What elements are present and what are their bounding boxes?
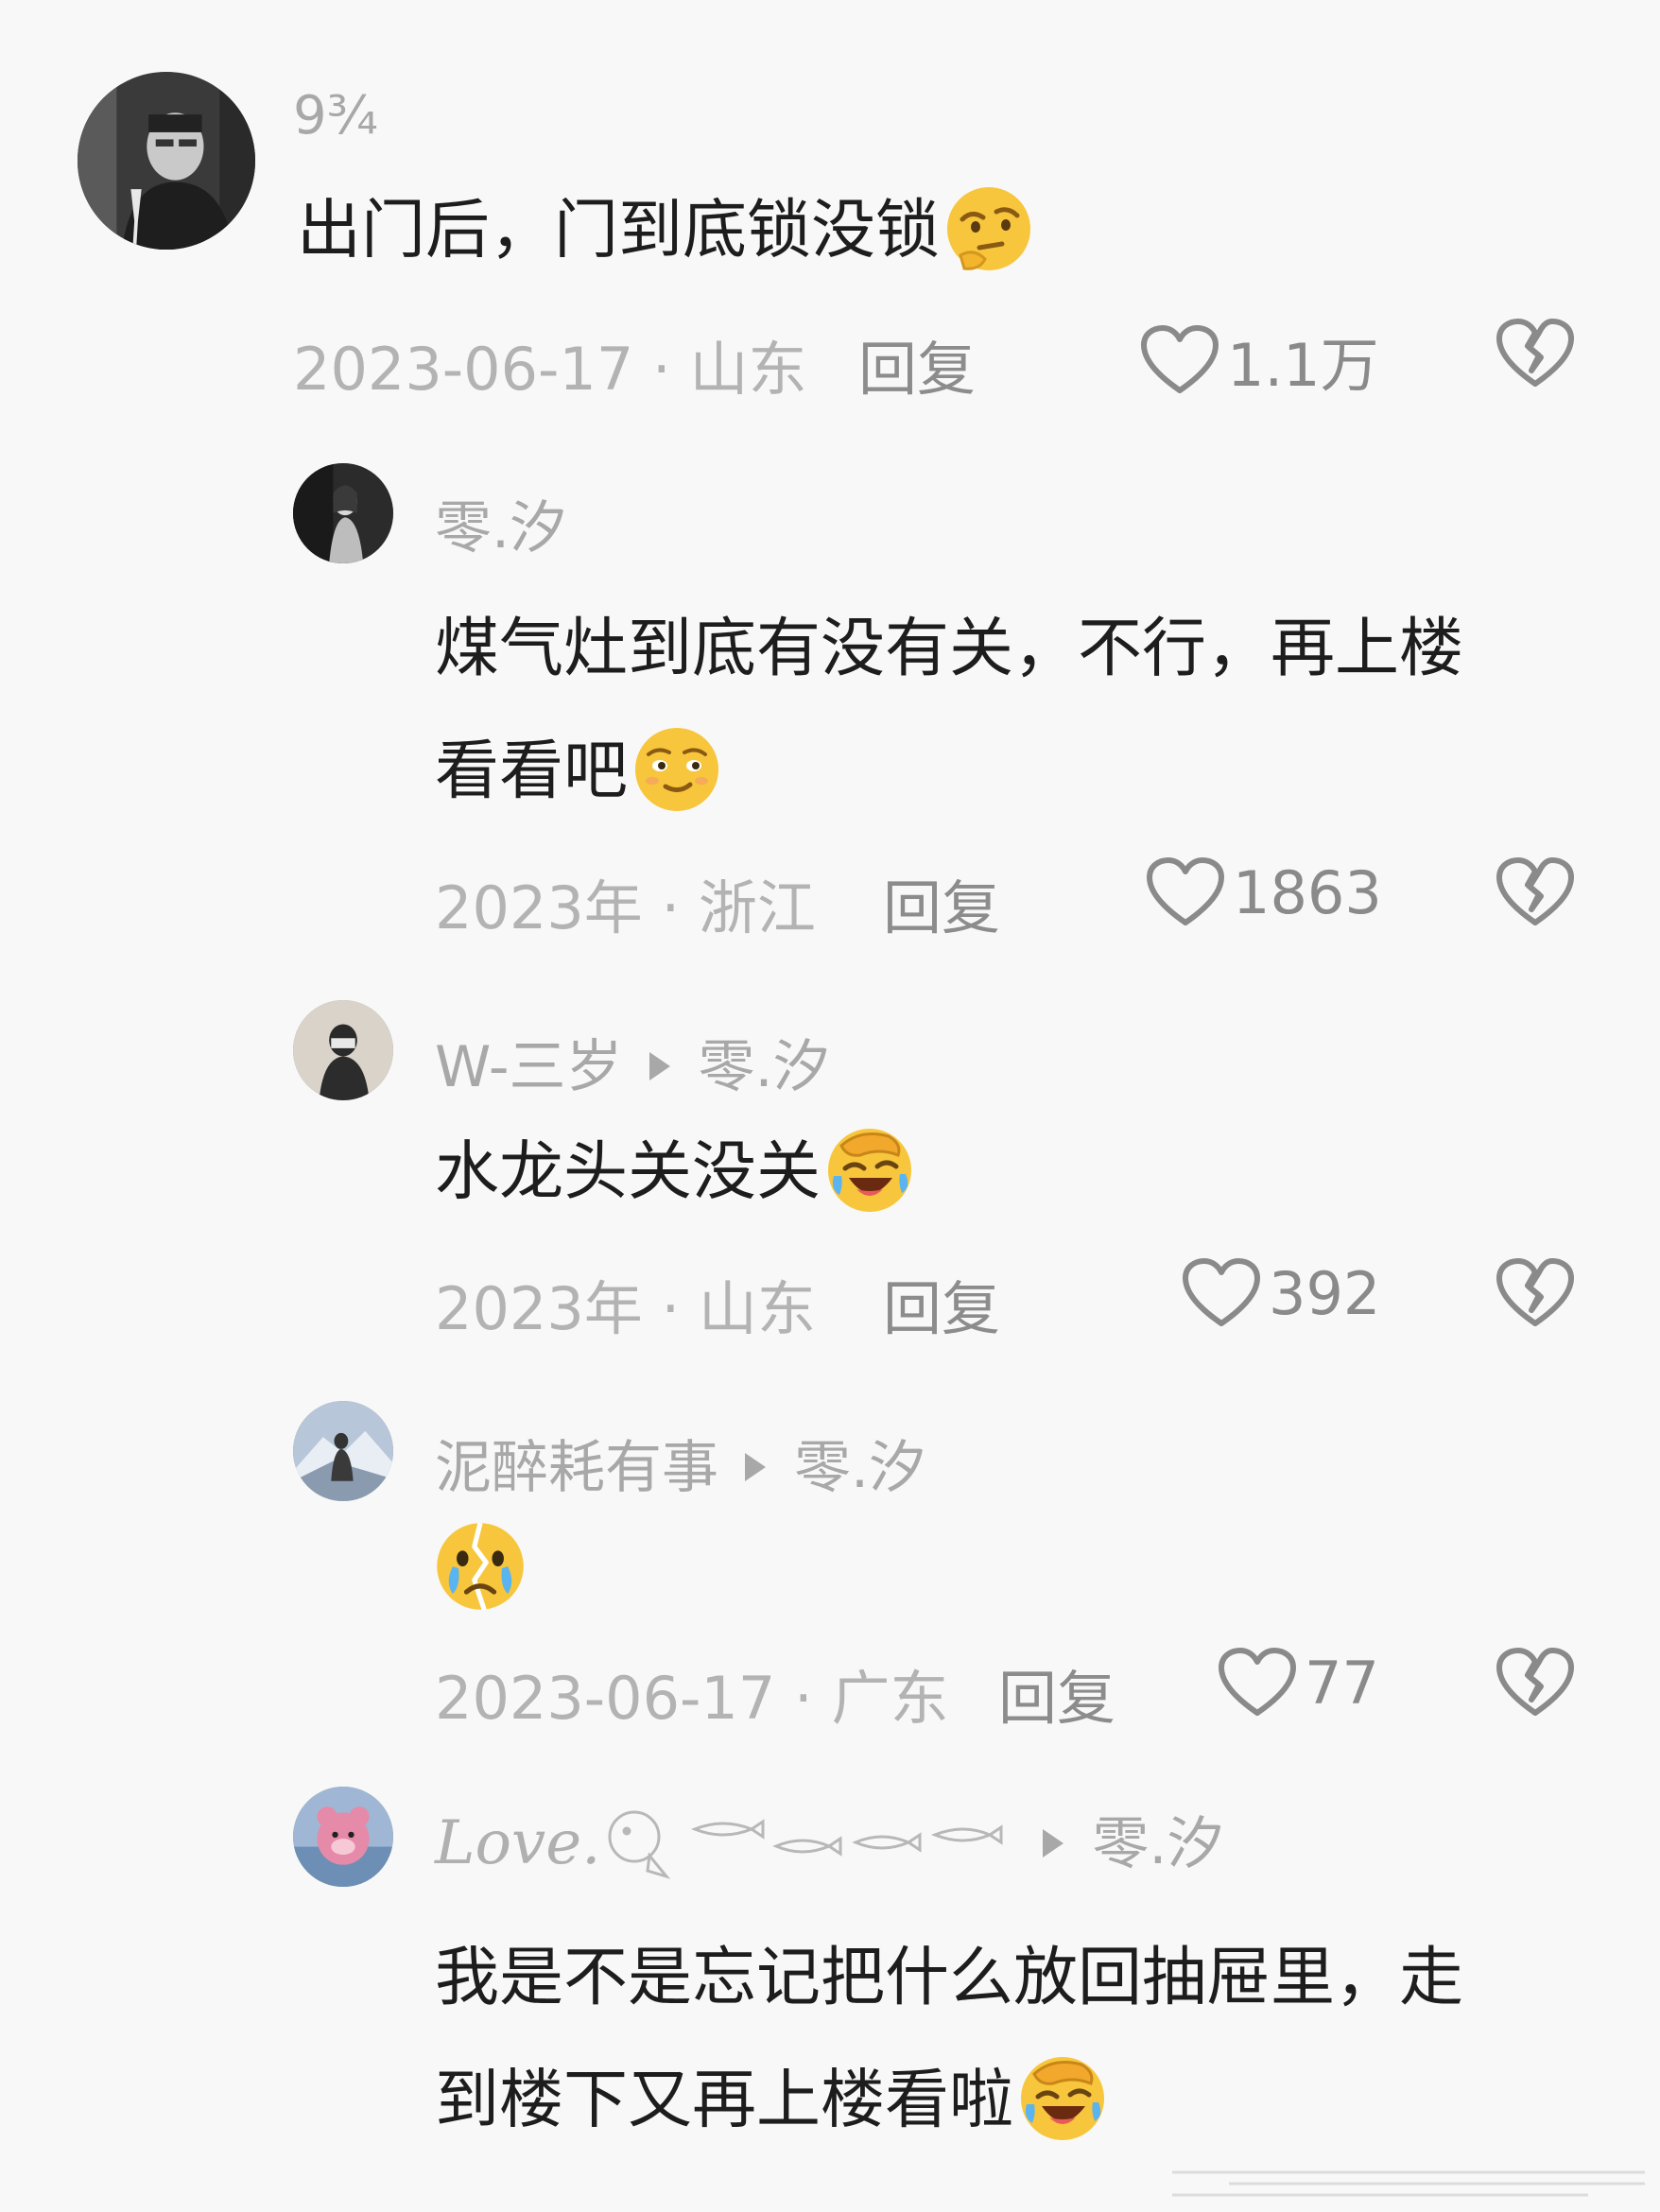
username-text[interactable]: 泥醉耗有事 bbox=[435, 1435, 718, 1501]
reply-to-username[interactable]: 零.汐 bbox=[699, 1034, 830, 1100]
like-count: 1.1万 bbox=[1227, 331, 1379, 400]
reply-to-username[interactable]: 零.汐 bbox=[794, 1435, 925, 1501]
comment-meta: 2023-06-17 · 广东 bbox=[435, 1664, 949, 1733]
heart-icon bbox=[1141, 325, 1219, 393]
broken-heart-icon[interactable] bbox=[1496, 318, 1575, 389]
comment-text-line-1: 煤气灶到底有没有关，不行，再上楼 bbox=[435, 612, 1464, 686]
avatar-photo-icon bbox=[293, 1000, 393, 1100]
avatar-photo-icon bbox=[293, 463, 393, 563]
avatar-photo-icon bbox=[293, 1787, 393, 1887]
avatar[interactable] bbox=[293, 463, 393, 563]
broken-heart-icon[interactable] bbox=[1496, 856, 1575, 928]
like-count: 392 bbox=[1269, 1258, 1381, 1328]
reply-button[interactable]: 回复 bbox=[883, 1261, 1000, 1346]
comment-text-line-2: 到楼下又再上楼看啦 bbox=[435, 2057, 1110, 2152]
thinking-face-icon bbox=[947, 187, 1031, 270]
username-text[interactable]: W-三岁 bbox=[435, 1034, 623, 1100]
comment-text-content: 水龙头关没关 bbox=[435, 1134, 821, 1210]
username[interactable]: 9¾ bbox=[293, 85, 378, 147]
comment-text: 水龙头关没关 bbox=[435, 1129, 917, 1223]
comment-text-line-1: 我是不是忘记把什么放回抽屉里，走 bbox=[435, 1941, 1464, 2015]
like-button[interactable]: 392 bbox=[1182, 1257, 1380, 1329]
avatar[interactable] bbox=[293, 1000, 393, 1100]
smirk-face-icon bbox=[635, 728, 719, 811]
reply-button[interactable]: 回复 bbox=[858, 321, 976, 406]
reply-arrow-icon bbox=[745, 1453, 766, 1482]
comment-text-content: 到楼下又再上楼看啦 bbox=[435, 2063, 1014, 2138]
comment-text bbox=[431, 1516, 529, 1616]
reply-arrow-icon bbox=[648, 1052, 670, 1081]
avatar-photo-icon bbox=[293, 1401, 393, 1501]
like-count: 77 bbox=[1305, 1648, 1379, 1718]
username[interactable]: 零.汐 bbox=[435, 482, 566, 564]
avatar[interactable] bbox=[293, 1787, 393, 1887]
reply-to-username[interactable]: 零.汐 bbox=[1092, 1811, 1223, 1877]
like-button[interactable]: 1.1万 bbox=[1140, 318, 1379, 403]
comment-text-content: 看看吧 bbox=[435, 734, 629, 809]
heart-icon bbox=[1183, 1258, 1260, 1326]
username: 泥醉耗有事 零.汐 bbox=[435, 1422, 925, 1504]
comment-text: 出门后，门到底锁没锁 bbox=[297, 187, 1036, 282]
facepalm-laugh-icon bbox=[1021, 2057, 1105, 2140]
comment-text-content: 出门后，门到底锁没锁 bbox=[297, 193, 941, 268]
comment-meta: 2023年 · 浙江 bbox=[435, 873, 816, 942]
avatar-photo-icon bbox=[78, 72, 255, 250]
username: Love. 零.汐 bbox=[435, 1796, 1223, 1892]
avatar[interactable] bbox=[293, 1401, 393, 1501]
reply-arrow-icon bbox=[1043, 1829, 1064, 1858]
broken-heart-icon[interactable] bbox=[1496, 1257, 1575, 1329]
like-button[interactable]: 1863 bbox=[1146, 856, 1382, 928]
broken-crying-face-icon bbox=[437, 1523, 524, 1612]
watermark-lines bbox=[1172, 2170, 1645, 2197]
comment-text-line-2: 看看吧 bbox=[435, 728, 724, 822]
username: W-三岁 零.汐 bbox=[435, 1021, 830, 1103]
avatar[interactable] bbox=[78, 72, 255, 250]
comment-meta: 2023-06-17 · 山东 bbox=[293, 335, 807, 404]
like-button[interactable]: 77 bbox=[1218, 1647, 1379, 1719]
heart-icon bbox=[1219, 1648, 1296, 1716]
reply-button[interactable]: 回复 bbox=[998, 1650, 1115, 1736]
heart-icon bbox=[1147, 857, 1224, 925]
comment-meta: 2023年 · 山东 bbox=[435, 1274, 816, 1343]
like-count: 1863 bbox=[1233, 857, 1382, 927]
broken-heart-icon[interactable] bbox=[1496, 1647, 1575, 1719]
fish-decoration-icon bbox=[608, 1810, 1003, 1880]
facepalm-laugh-icon bbox=[828, 1129, 912, 1212]
reply-button[interactable]: 回复 bbox=[883, 860, 1000, 945]
username-text[interactable]: Love. bbox=[435, 1808, 600, 1878]
